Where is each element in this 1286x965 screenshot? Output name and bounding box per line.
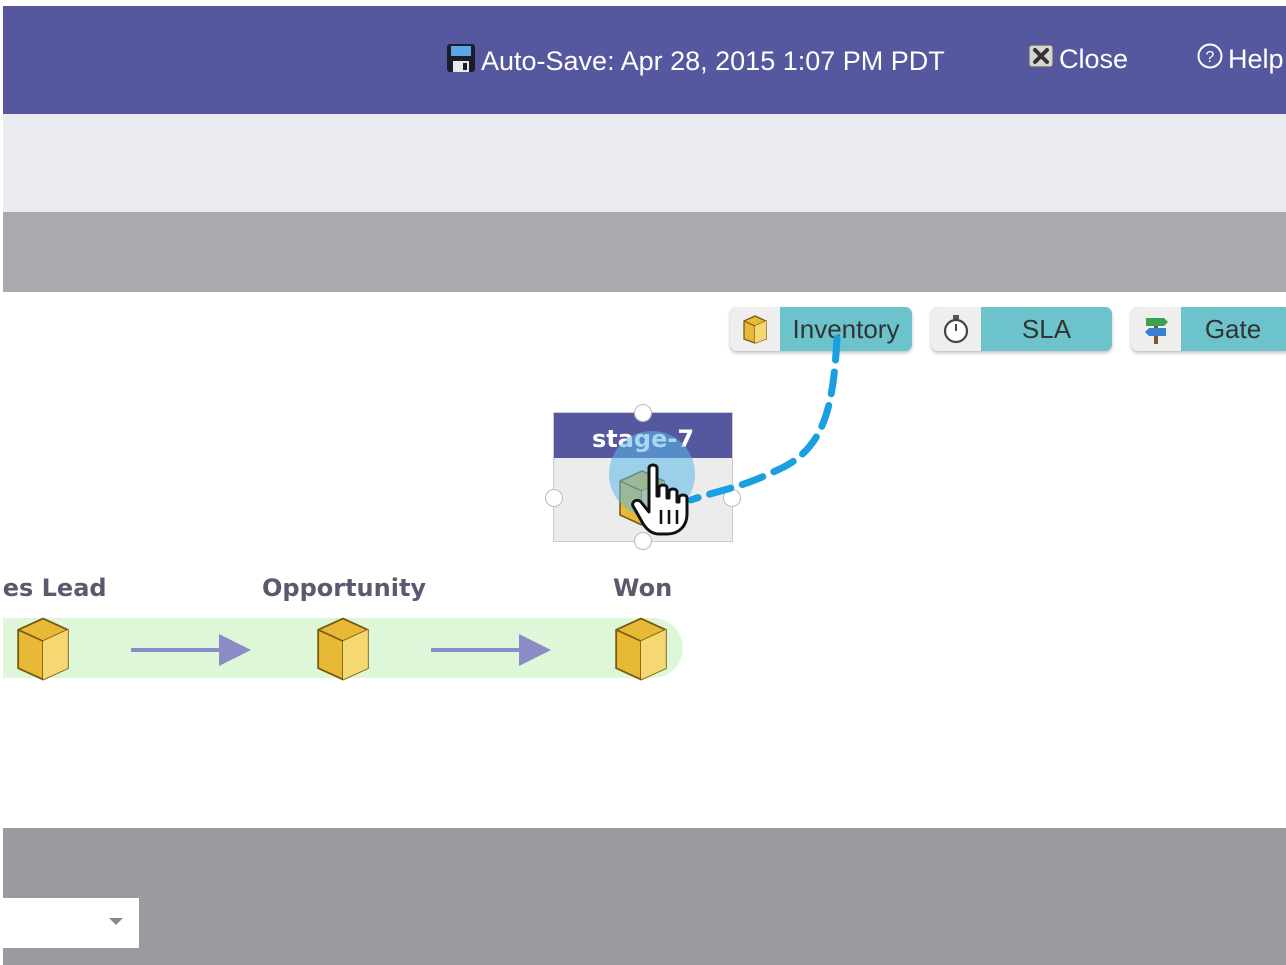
signpost-icon bbox=[1131, 307, 1181, 351]
stage-won-box[interactable] bbox=[609, 614, 673, 684]
floppy-disk-icon bbox=[445, 42, 477, 81]
toolbar-area bbox=[3, 114, 1286, 212]
help-label: Help bbox=[1228, 44, 1284, 74]
palette-gate-label: Gate bbox=[1204, 314, 1262, 344]
box-icon bbox=[730, 307, 780, 351]
section-header-bar bbox=[3, 212, 1286, 292]
autosave-label: Auto-Save: Apr 28, 2015 1:07 PM PDT bbox=[481, 46, 945, 76]
bottom-select-dropdown[interactable] bbox=[3, 898, 139, 948]
chevron-down-icon bbox=[109, 918, 123, 925]
palette-sla-button[interactable]: SLA bbox=[931, 307, 1112, 351]
top-header-bar: Auto-Save: Apr 28, 2015 1:07 PM PDT Clos… bbox=[3, 6, 1286, 114]
transition-arrow[interactable] bbox=[129, 632, 253, 673]
bottom-panel bbox=[3, 828, 1286, 965]
help-icon: ? bbox=[1196, 42, 1224, 77]
hand-cursor-icon bbox=[627, 462, 695, 543]
palette-inventory-button[interactable]: Inventory bbox=[730, 307, 912, 351]
box-icon bbox=[11, 617, 75, 688]
stage-sales-lead-box[interactable] bbox=[11, 614, 75, 684]
palette-sla-label: SLA bbox=[1021, 314, 1072, 344]
close-button[interactable]: Close bbox=[1027, 42, 1128, 77]
box-icon bbox=[311, 617, 375, 688]
transition-arrow[interactable] bbox=[429, 632, 553, 673]
autosave-status: Auto-Save: Apr 28, 2015 1:07 PM PDT bbox=[445, 42, 945, 81]
close-label: Close bbox=[1059, 44, 1129, 74]
stopwatch-icon bbox=[931, 307, 981, 351]
palette-inventory-label: Inventory bbox=[792, 314, 900, 344]
node-right-handle[interactable] bbox=[723, 489, 741, 507]
close-icon bbox=[1027, 42, 1055, 77]
node-left-handle[interactable] bbox=[545, 489, 563, 507]
palette-gate-button[interactable]: Gate bbox=[1131, 307, 1286, 351]
help-button[interactable]: ? Help bbox=[1196, 42, 1284, 77]
stage-opportunity-box[interactable] bbox=[311, 614, 375, 684]
stage-label-won: Won bbox=[613, 574, 673, 602]
stage-label-opportunity: Opportunity bbox=[262, 574, 427, 602]
drag-connector bbox=[609, 334, 841, 517]
box-icon bbox=[609, 617, 673, 688]
stage-label-sales-lead: Sales Lead bbox=[3, 574, 107, 602]
model-canvas[interactable]: Inventory SLA Gate stage-7 es Lead Oppor… bbox=[3, 292, 1286, 828]
svg-text:?: ? bbox=[1206, 49, 1215, 66]
node-top-handle[interactable] bbox=[634, 404, 652, 422]
